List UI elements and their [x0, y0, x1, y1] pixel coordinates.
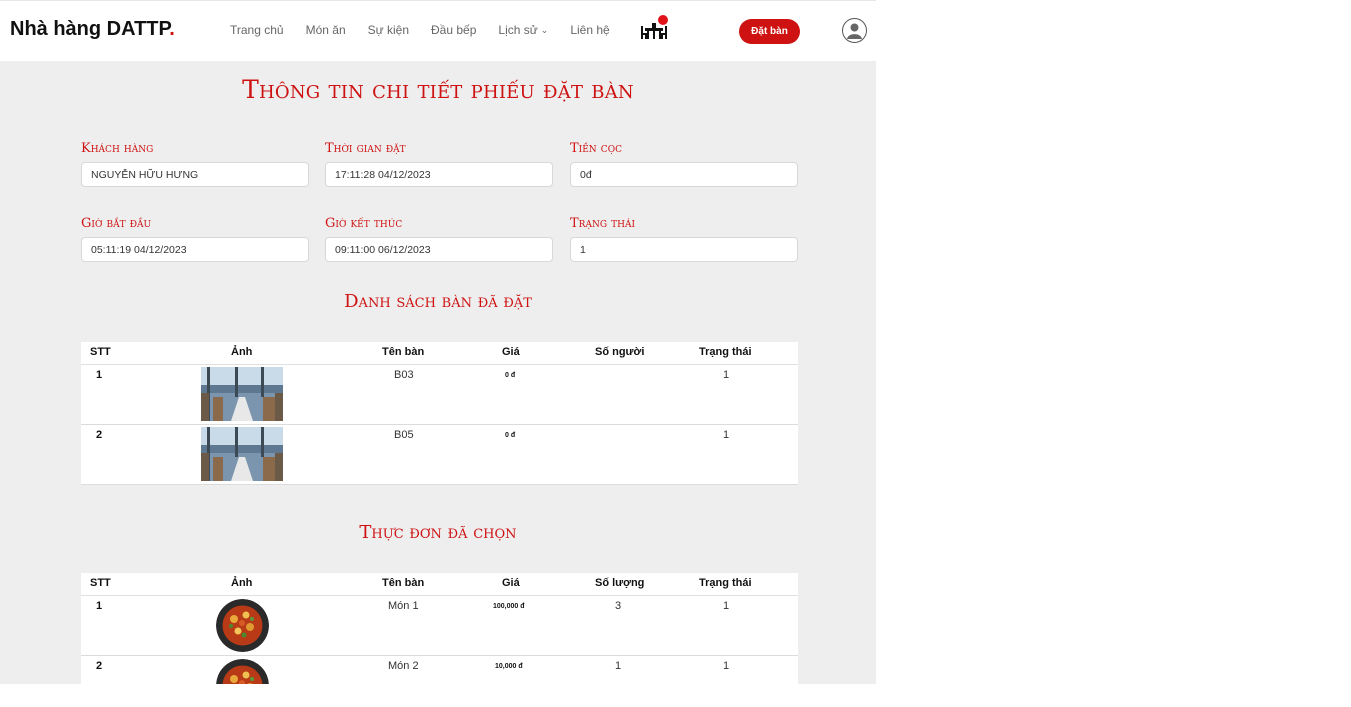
row-price: 100,000 đ	[493, 603, 525, 610]
row-status: 1	[723, 369, 730, 381]
row-status: 1	[723, 600, 730, 612]
cart-badge	[658, 15, 668, 25]
start-time-field[interactable]: 05:11:19 04/12/2023	[81, 237, 309, 262]
row-stt: 1	[96, 600, 103, 612]
row-quantity: 1	[615, 660, 622, 672]
nav-home[interactable]: Trang chủ	[230, 23, 284, 37]
row-table-name: B05	[394, 429, 414, 441]
row-price: 10,000 đ	[495, 663, 523, 670]
table-image	[201, 427, 283, 481]
col-price: Giá	[502, 577, 520, 589]
col-quantity: Số lượng	[595, 577, 645, 589]
dish-image	[216, 599, 269, 652]
col-status: Trạng thái	[699, 346, 752, 358]
dish-image	[216, 659, 269, 684]
start-time-label: Giờ bắt đầu	[81, 216, 152, 231]
row-status: 1	[723, 429, 730, 441]
page: Nhà hàng DATTP. Trang chủ Món ăn Sự kiện…	[0, 0, 876, 684]
header: Nhà hàng DATTP. Trang chủ Món ăn Sự kiện…	[0, 0, 876, 61]
deposit-field[interactable]: 0đ	[570, 162, 798, 187]
main-nav: Trang chủ Món ăn Sự kiện Đầu bếp Lịch sử…	[230, 23, 632, 37]
row-status: 1	[723, 660, 730, 672]
col-people: Số người	[595, 346, 645, 358]
nav-history-label: Lịch sử	[498, 23, 538, 37]
status-field[interactable]: 1	[570, 237, 798, 262]
col-price: Giá	[502, 346, 520, 358]
row-price: 0 đ	[505, 372, 516, 379]
row-price: 0 đ	[505, 432, 516, 439]
table-row: 1 B03 0 đ 1	[81, 365, 798, 425]
brand-dot: .	[169, 18, 175, 40]
col-status: Trạng thái	[699, 577, 752, 589]
booked-tables-table: STT Ảnh Tên bàn Giá Số người Trạng thái …	[81, 342, 798, 485]
user-avatar-button[interactable]	[842, 18, 867, 43]
table-header: STT Ảnh Tên bàn Giá Số lượng Trạng thái	[81, 573, 798, 596]
selected-menu-table: STT Ảnh Tên bàn Giá Số lượng Trạng thái …	[81, 573, 798, 684]
end-time-field[interactable]: 09:11:00 06/12/2023	[325, 237, 553, 262]
booked-tables-title: Danh sách bàn đã đặt	[344, 291, 532, 312]
row-quantity: 3	[615, 600, 622, 612]
table-row: 2 Món 2 10,000 đ 1 1	[81, 656, 798, 684]
booking-time-label: Thời gian đặt	[325, 141, 406, 156]
user-icon	[847, 23, 862, 39]
nav-contact[interactable]: Liên hệ	[570, 23, 609, 37]
deposit-label: Tiền cọc	[570, 141, 622, 156]
table-row: 2 B05 0 đ 1	[81, 425, 798, 485]
page-title: Thông tin chi tiết phiếu đặt bàn	[242, 75, 634, 104]
row-stt: 2	[96, 429, 103, 441]
nav-events[interactable]: Sự kiện	[368, 23, 409, 37]
booking-cart-button[interactable]	[641, 15, 668, 43]
col-stt: STT	[90, 346, 111, 358]
book-table-button[interactable]: Đặt bàn	[739, 19, 800, 44]
end-time-label: Giờ kết thúc	[325, 216, 403, 231]
col-image: Ảnh	[231, 346, 253, 358]
nav-menu[interactable]: Món ăn	[306, 23, 346, 37]
col-table-name: Tên bàn	[382, 346, 425, 358]
status-label: Trạng thái	[570, 216, 636, 231]
row-stt: 2	[96, 660, 103, 672]
row-dish-name: Món 2	[388, 660, 419, 672]
nav-chefs[interactable]: Đầu bếp	[431, 23, 476, 37]
selected-menu-title: Thực đơn đã chọn	[359, 522, 517, 543]
row-stt: 1	[96, 369, 103, 381]
customer-label: Khách hàng	[81, 141, 154, 156]
booking-time-field[interactable]: 17:11:28 04/12/2023	[325, 162, 553, 187]
table-header: STT Ảnh Tên bàn Giá Số người Trạng thái	[81, 342, 798, 365]
table-image	[201, 367, 283, 421]
table-row: 1 Món 1 100,000 đ 3 1	[81, 596, 798, 656]
col-image: Ảnh	[231, 577, 253, 589]
chevron-down-icon: ⌄	[540, 24, 549, 35]
row-table-name: B03	[394, 369, 414, 381]
brand-name: Nhà hàng DATTP	[10, 18, 170, 40]
col-stt: STT	[90, 577, 111, 589]
nav-history[interactable]: Lịch sử ⌄	[498, 23, 548, 37]
row-dish-name: Món 1	[388, 600, 419, 612]
brand-logo[interactable]: Nhà hàng DATTP.	[10, 18, 175, 41]
col-table-name: Tên bàn	[382, 577, 425, 589]
customer-field[interactable]: NGUYỄN HỮU HƯNG	[81, 162, 309, 187]
